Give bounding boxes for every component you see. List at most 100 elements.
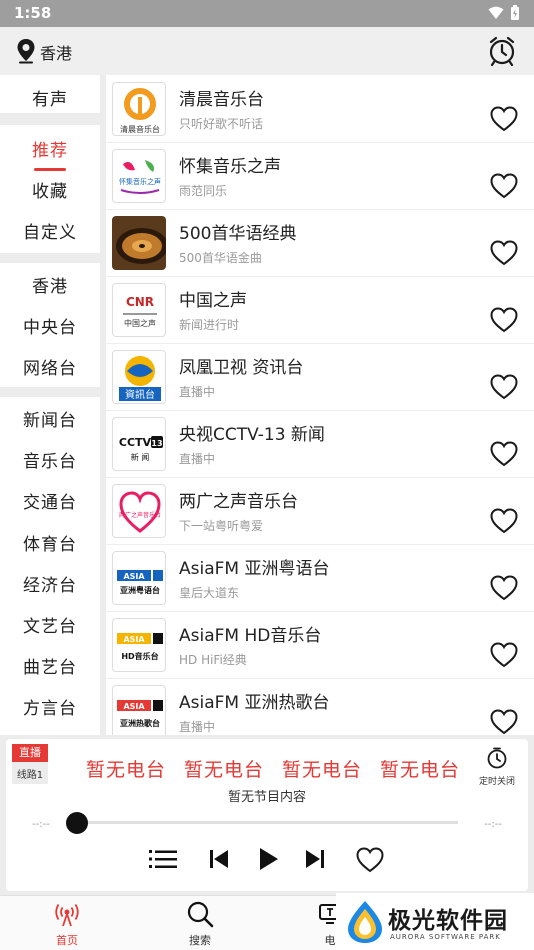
- playlist-icon[interactable]: [149, 847, 179, 871]
- sidebar-item-traffic[interactable]: 交通台: [0, 488, 100, 513]
- station-row[interactable]: 500首华语经典 500首华语金曲: [106, 210, 534, 277]
- station-subtitle: 500首华语金曲: [179, 251, 262, 265]
- station-row[interactable]: ASIA HD音乐台 AsiaFM HD音乐台 HD HiFi经典: [106, 612, 534, 679]
- station-row[interactable]: 怀集音乐之声 怀集音乐之声 雨范同乐: [106, 143, 534, 210]
- favorite-heart-icon[interactable]: [356, 847, 384, 873]
- alarm-clock-icon[interactable]: [488, 36, 516, 66]
- station-name: AsiaFM 亚洲粤语台: [179, 559, 330, 579]
- location-label[interactable]: 香港: [40, 40, 72, 64]
- category-sidebar: 有声 推荐 收藏 自定义 香港 中央台 网络台 新闻台 音乐台 交通台 体育台 …: [0, 75, 106, 735]
- player-panel: 直播 线路1 暂无电台 暂无电台 暂无电台 暂无电台 定时关闭 暂无节目内容 --:-…: [0, 735, 534, 895]
- station-name: AsiaFM 亚洲热歌台: [179, 693, 330, 713]
- sidebar-group-personal: 推荐 收藏 自定义: [0, 125, 100, 253]
- station-row[interactable]: 清晨音乐台 清晨音乐台 只听好歌不听话: [106, 76, 534, 143]
- station-row[interactable]: CCTV 13 新 闻 央视CCTV-13 新闻 直播中: [106, 411, 534, 478]
- sidebar-item-hongkong[interactable]: 香港: [0, 272, 100, 297]
- logo-text-secondary: 亚洲热歌台: [120, 718, 160, 728]
- heart-icon[interactable]: [490, 709, 518, 735]
- station-subtitle: 只听好歌不听话: [179, 117, 264, 131]
- sidebar-item-dialect[interactable]: 方言台: [0, 694, 100, 719]
- logo-text: 資訊台: [125, 388, 155, 401]
- station-name: 央视CCTV-13 新闻: [179, 425, 325, 445]
- sidebar-item-central[interactable]: 中央台: [0, 313, 100, 338]
- watermark-title: 极光软件园: [388, 908, 508, 934]
- sidebar-item-audio[interactable]: 有声: [0, 85, 100, 110]
- station-name: 两广之声音乐台: [179, 492, 298, 512]
- live-badge[interactable]: 直播 线路1: [12, 744, 48, 784]
- sidebar-item-opera[interactable]: 曲艺台: [0, 653, 100, 678]
- sidebar-item-news[interactable]: 新闻台: [0, 406, 100, 431]
- sidebar-item-arts[interactable]: 文艺台: [0, 612, 100, 637]
- logo-text: 清晨音乐台: [120, 124, 160, 134]
- time-total: --:--: [484, 819, 502, 830]
- sidebar-item-web[interactable]: 网络台: [0, 354, 100, 379]
- marquee-text: 暂无电台: [86, 759, 167, 781]
- station-row[interactable]: ASIA 亚洲热歌台 AsiaFM 亚洲热歌台 直播中: [106, 679, 534, 735]
- marquee-text: 暂无电台: [282, 759, 363, 781]
- heart-icon[interactable]: [490, 374, 518, 400]
- play-icon[interactable]: [256, 847, 280, 871]
- station-logo: 清晨音乐台: [112, 82, 166, 136]
- location-pin-icon[interactable]: [16, 38, 36, 64]
- station-name: 500首华语经典: [179, 224, 297, 244]
- station-row[interactable]: 两广之声音乐台 两广之声音乐台 下一站粤听粤爱: [106, 478, 534, 545]
- station-subtitle: HD HiFi经典: [179, 653, 247, 667]
- status-time: 1:58: [14, 4, 52, 22]
- radio-icon: [55, 904, 79, 927]
- logo-text: CNR: [126, 295, 154, 309]
- status-icons: [488, 5, 520, 21]
- station-name: 怀集音乐之声: [179, 157, 281, 177]
- station-logo: 資訊台: [112, 350, 166, 404]
- station-subtitle: 皇后大道东: [179, 586, 240, 600]
- heart-icon[interactable]: [490, 240, 518, 266]
- logo-text: 怀集音乐之声: [119, 177, 161, 186]
- aurora-logo-icon: [348, 901, 382, 943]
- station-logo: [112, 216, 166, 270]
- sidebar-item-favorites[interactable]: 收藏: [0, 177, 100, 202]
- heart-icon[interactable]: [490, 575, 518, 601]
- sidebar-item-custom[interactable]: 自定义: [0, 218, 100, 243]
- station-marquee: 暂无电台 暂无电台 暂无电台 暂无电台: [86, 755, 466, 781]
- heart-icon[interactable]: [490, 508, 518, 534]
- logo-text: ASIA: [123, 572, 145, 581]
- station-logo: ASIA 亚洲热歌台: [112, 685, 166, 735]
- player-card: 直播 线路1 暂无电台 暂无电台 暂无电台 暂无电台 定时关闭 暂无节目内容 --:-…: [6, 739, 528, 891]
- station-row[interactable]: 資訊台 凤凰卫视 资讯台 直播中: [106, 344, 534, 411]
- logo-text: 两广之声音乐台: [119, 511, 161, 519]
- tab-search[interactable]: 搜索: [160, 896, 240, 950]
- heart-icon[interactable]: [490, 441, 518, 467]
- station-row[interactable]: ASIA 亚洲粤语台 AsiaFM 亚洲粤语台 皇后大道东: [106, 545, 534, 612]
- next-icon[interactable]: [304, 847, 326, 871]
- heart-icon[interactable]: [490, 642, 518, 668]
- timer-clock-icon: [487, 747, 507, 769]
- sidebar-item-economy[interactable]: 经济台: [0, 571, 100, 596]
- previous-icon[interactable]: [208, 847, 230, 871]
- sidebar-item-sports[interactable]: 体育台: [0, 530, 100, 555]
- active-indicator: [34, 168, 66, 171]
- sidebar-group-type: 新闻台 音乐台 交通台 体育台 经济台 文艺台 曲艺台 方言台: [0, 397, 100, 735]
- heart-icon[interactable]: [490, 173, 518, 199]
- heart-icon[interactable]: [490, 106, 518, 132]
- station-logo: ASIA 亚洲粤语台: [112, 551, 166, 605]
- heart-icon[interactable]: [490, 307, 518, 333]
- watermark-subtitle: AURORA SOFTWARE PARK: [390, 933, 501, 941]
- progress-track[interactable]: [72, 821, 458, 824]
- marquee-text: 暂无电台: [184, 759, 265, 781]
- sidebar-item-music[interactable]: 音乐台: [0, 447, 100, 472]
- station-logo: CNR 中国之声: [112, 283, 166, 337]
- station-name: 清晨音乐台: [179, 90, 264, 110]
- sidebar-item-recommend[interactable]: 推荐: [0, 136, 100, 161]
- station-subtitle: 直播中: [179, 385, 216, 399]
- tab-label: 搜索: [189, 934, 211, 947]
- marquee-text: 暂无电台: [380, 759, 461, 781]
- station-subtitle: 下一站粤听粤爱: [179, 519, 264, 533]
- battery-icon: [511, 5, 519, 20]
- progress-thumb[interactable]: [66, 812, 88, 834]
- station-row[interactable]: CNR 中国之声 中国之声 新闻进行时: [106, 277, 534, 344]
- tab-home[interactable]: 首页: [27, 896, 107, 950]
- station-name: 中国之声: [179, 291, 247, 311]
- sleep-timer-button[interactable]: 定时关闭: [474, 747, 520, 787]
- station-logo: ASIA HD音乐台: [112, 618, 166, 672]
- wifi-icon: [488, 6, 504, 19]
- logo-text-secondary: 新 闻: [131, 452, 150, 462]
